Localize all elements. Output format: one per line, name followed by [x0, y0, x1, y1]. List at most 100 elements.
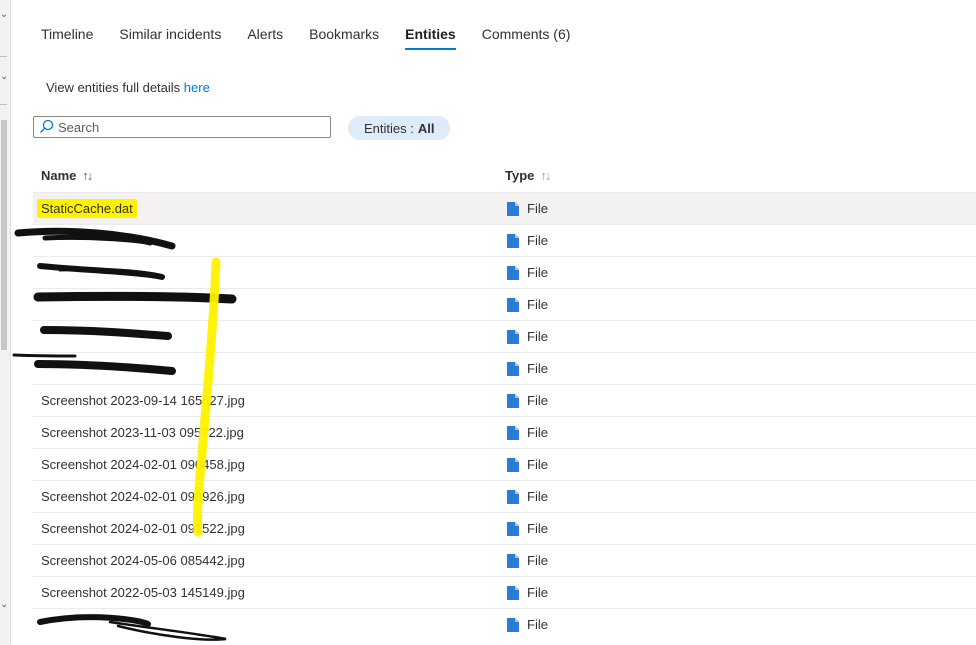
entity-type: File: [507, 585, 548, 600]
tab-timeline[interactable]: Timeline: [28, 18, 106, 52]
file-icon: [507, 297, 519, 312]
column-header-type[interactable]: Type ↑↓: [505, 167, 551, 183]
entity-type: File: [507, 553, 548, 568]
table-row[interactable]: Screenshot 2024-02-01 090458.jpg File: [33, 448, 976, 480]
entity-type: File: [507, 233, 548, 248]
file-icon: [507, 361, 519, 376]
entity-type-text: File: [527, 521, 548, 536]
file-icon: [507, 457, 519, 472]
entity-type: File: [507, 393, 548, 408]
column-header-name[interactable]: Name ↑↓: [41, 167, 93, 183]
column-label-name: Name: [41, 167, 77, 183]
entity-type: File: [507, 425, 548, 440]
table-body: StaticCache.dat File File File File File File S…: [33, 192, 976, 640]
table-header: Name ↑↓ Type ↑↓: [33, 158, 976, 192]
entity-type: File: [507, 457, 548, 472]
table-row[interactable]: File: [33, 320, 976, 352]
table-row[interactable]: Screenshot 2022-05-03 145149.jpg File: [33, 576, 976, 608]
entity-name: StaticCache.dat: [37, 199, 137, 218]
sort-arrows-icon[interactable]: ↑↓: [82, 168, 93, 183]
entity-name: Screenshot 2024-05-06 085442.jpg: [41, 553, 245, 568]
entity-type: File: [507, 265, 548, 280]
entity-name: Screenshot 2023-09-14 165527.jpg: [41, 393, 245, 408]
table-row[interactable]: File: [33, 352, 976, 384]
entity-type-text: File: [527, 297, 548, 312]
entity-type-text: File: [527, 361, 548, 376]
divider: [0, 56, 7, 57]
entity-name: Screenshot 2024-02-01 090458.jpg: [41, 457, 245, 472]
details-text: View entities full details: [46, 80, 184, 95]
entity-type-text: File: [527, 233, 548, 248]
table-row[interactable]: Screenshot 2024-02-01 090926.jpg File: [33, 480, 976, 512]
entity-type-text: File: [527, 201, 548, 216]
entities-details-line: View entities full details here: [46, 80, 210, 95]
chevron-down-icon[interactable]: ⌄: [0, 72, 8, 82]
entities-filter-pill[interactable]: Entities : All: [348, 116, 451, 140]
filter-label: Entities :: [364, 120, 414, 136]
entity-type: File: [507, 617, 548, 632]
entity-type: File: [507, 361, 548, 376]
file-icon: [507, 521, 519, 536]
table-row[interactable]: File: [33, 224, 976, 256]
entity-name-text: Screenshot 2024-05-06 085442.jpg: [41, 553, 245, 568]
file-icon: [507, 553, 519, 568]
entity-type: File: [507, 329, 548, 344]
divider: [0, 104, 7, 105]
tab-alerts[interactable]: Alerts: [234, 18, 296, 52]
file-icon: [507, 425, 519, 440]
left-panel-edge: ⌄ ⌄ ⌄: [0, 0, 11, 645]
entity-name: Screenshot 2024-02-01 090926.jpg: [41, 489, 245, 504]
table-row[interactable]: Screenshot 2023-09-14 165527.jpg File: [33, 384, 976, 416]
file-icon: [507, 201, 519, 216]
tab-entities[interactable]: Entities: [392, 18, 469, 52]
table-row[interactable]: StaticCache.dat File: [33, 192, 976, 224]
file-icon: [507, 489, 519, 504]
entity-type: File: [507, 297, 548, 312]
file-icon: [507, 585, 519, 600]
chevron-down-icon[interactable]: ⌄: [0, 600, 8, 610]
table-row[interactable]: Screenshot 2024-05-06 085442.jpg File: [33, 544, 976, 576]
file-icon: [507, 329, 519, 344]
table-row[interactable]: Screenshot 2024-02-01 091522.jpg File: [33, 512, 976, 544]
entity-type-text: File: [527, 553, 548, 568]
file-icon: [507, 233, 519, 248]
file-icon: [507, 393, 519, 408]
entity-type: File: [507, 521, 548, 536]
chevron-down-icon[interactable]: ⌄: [0, 10, 8, 20]
search-input[interactable]: [56, 119, 318, 135]
sort-arrows-icon[interactable]: ↑↓: [540, 168, 551, 183]
filter-value: All: [417, 120, 435, 136]
search-icon: [38, 117, 56, 137]
tab-bookmarks[interactable]: Bookmarks: [296, 18, 392, 52]
entity-name-text: Screenshot 2024-02-01 090458.jpg: [41, 457, 245, 472]
entity-type-text: File: [527, 457, 548, 472]
entity-type-text: File: [527, 393, 548, 408]
entity-name-text: StaticCache.dat: [37, 199, 137, 218]
table-row[interactable]: File: [33, 256, 976, 288]
entity-type-text: File: [527, 489, 548, 504]
tab-bar: Timeline Similar incidents Alerts Bookma…: [28, 18, 583, 52]
entity-name-text: Screenshot 2024-02-01 091522.jpg: [41, 521, 245, 536]
entity-type-text: File: [527, 617, 548, 632]
entity-name-text: Screenshot 2023-09-14 165527.jpg: [41, 393, 245, 408]
entity-name: Screenshot 2023-11-03 095722.jpg: [41, 425, 244, 440]
details-link[interactable]: here: [184, 80, 210, 95]
entity-name: Screenshot 2022-05-03 145149.jpg: [41, 585, 245, 600]
entity-name-text: Screenshot 2023-11-03 095722.jpg: [41, 425, 244, 440]
column-label-type: Type: [505, 167, 535, 183]
tab-comments[interactable]: Comments (6): [469, 18, 584, 52]
file-icon: [507, 265, 519, 280]
table-row[interactable]: File: [33, 288, 976, 320]
entity-name-text: Screenshot 2022-05-03 145149.jpg: [41, 585, 245, 600]
table-row[interactable]: File: [33, 608, 976, 640]
entities-table: Name ↑↓ Type ↑↓ StaticCache.dat File File F…: [33, 158, 976, 640]
scrollbar-thumb[interactable]: [1, 120, 7, 350]
entity-type-text: File: [527, 425, 548, 440]
entity-type: File: [507, 489, 548, 504]
entity-type-text: File: [527, 585, 548, 600]
table-row[interactable]: Screenshot 2023-11-03 095722.jpg File: [33, 416, 976, 448]
search-box[interactable]: [33, 116, 331, 138]
entity-type-text: File: [527, 265, 548, 280]
tab-similar-incidents[interactable]: Similar incidents: [106, 18, 234, 52]
entity-type-text: File: [527, 329, 548, 344]
